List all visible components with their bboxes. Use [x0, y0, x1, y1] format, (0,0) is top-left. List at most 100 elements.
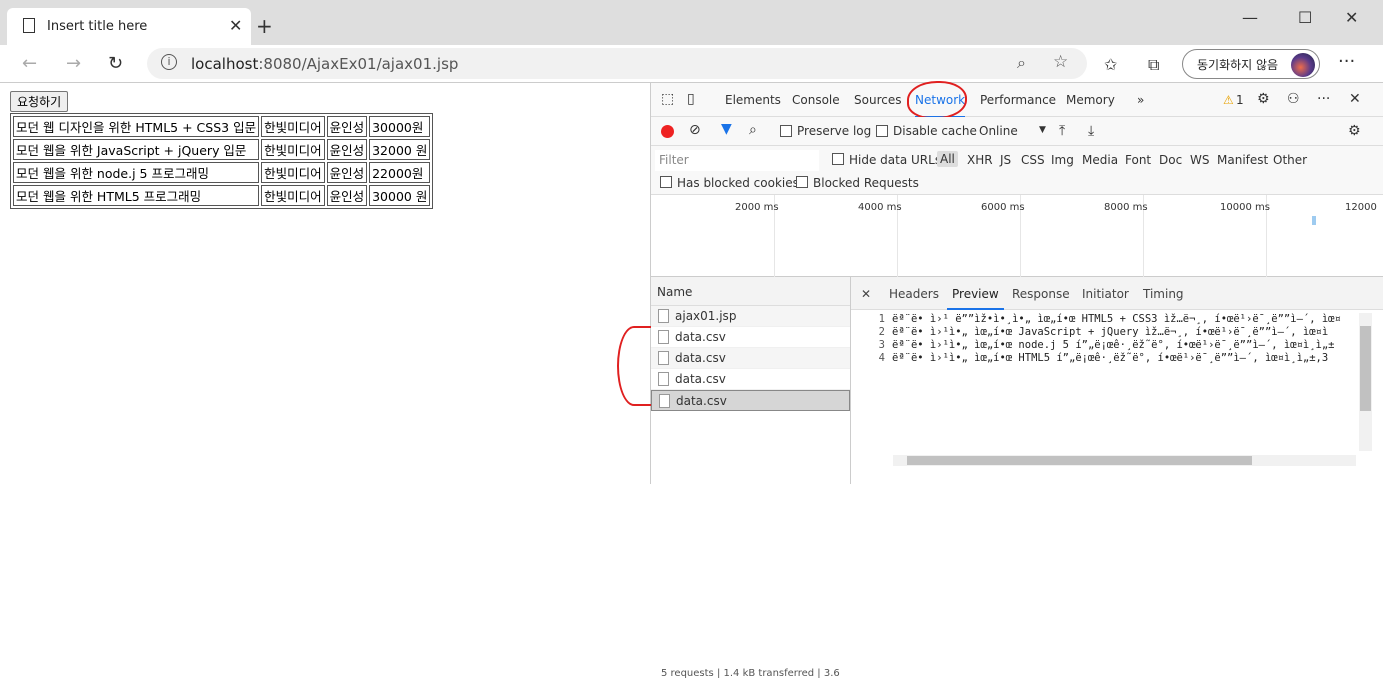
document-icon	[23, 18, 35, 33]
minimize-icon[interactable]: —	[1242, 8, 1258, 27]
sync-button[interactable]: 동기화하지 않음	[1182, 49, 1320, 79]
zoom-icon[interactable]: ⌕	[1017, 53, 1026, 73]
tab-headers[interactable]: Headers	[889, 287, 939, 301]
settings-icon[interactable]: ⚙	[1257, 91, 1270, 107]
filter-type-xhr[interactable]: XHR	[967, 153, 993, 167]
tab-response[interactable]: Response	[1012, 287, 1070, 301]
file-icon	[658, 309, 669, 323]
warning-icon[interactable]: ⚠	[1223, 93, 1234, 107]
network-settings-icon[interactable]: ⚙	[1348, 123, 1361, 139]
request-row[interactable]: data.csv	[651, 327, 850, 348]
new-tab-icon[interactable]: +	[256, 14, 273, 38]
menu-icon[interactable]: ···	[1338, 51, 1355, 72]
clear-icon[interactable]: ⊘	[689, 122, 701, 138]
star-icon[interactable]: ☆	[1053, 52, 1068, 72]
browser-tab[interactable]: Insert title here ✕	[7, 8, 251, 45]
file-icon	[658, 372, 669, 386]
filter-type-css[interactable]: CSS	[1021, 153, 1045, 167]
request-row[interactable]: ajax01.jsp	[651, 306, 850, 327]
request-button[interactable]: 요청하기	[10, 91, 69, 112]
table-row: 모던 웹을 위한 node.j 5 프로그래밍 한빛미디어 윤인성 22000원	[13, 162, 431, 183]
vertical-scrollbar[interactable]	[1359, 313, 1372, 451]
table-row: 모던 웹을 위한 HTML5 프로그래밍 한빛미디어 윤인성 30000 원	[13, 185, 431, 206]
tab-strip: Insert title here ✕ + — ☐ ✕	[0, 0, 1383, 45]
close-icon[interactable]: ✕	[229, 16, 242, 35]
horizontal-scrollbar[interactable]	[893, 455, 1356, 466]
forward-icon[interactable]: →	[66, 53, 81, 74]
price-cell: 32000 원	[369, 139, 431, 160]
address-toolbar: ← → ↻ i localhost:8080/AjaxEx01/ajax01.j…	[0, 45, 1383, 83]
blocked-requests-label: Blocked Requests	[813, 176, 919, 190]
code-line: 3 ëª¨ë• ì›¹ì•„ ìœ„í•œ node.j 5 í”„ë¡œê·¸ë…	[851, 339, 1356, 352]
filter-type-img[interactable]: Img	[1051, 153, 1074, 167]
tab-console[interactable]: Console	[792, 93, 840, 107]
device-toolbar-icon[interactable]: ▯	[687, 91, 695, 107]
line-number: 4	[878, 352, 885, 364]
filter-type-all[interactable]: All	[937, 151, 958, 167]
filter-input[interactable]: Filter	[655, 150, 819, 171]
hide-data-urls-checkbox[interactable]	[832, 153, 844, 165]
tab-timing[interactable]: Timing	[1143, 287, 1184, 301]
import-icon[interactable]: ⤒	[1059, 123, 1065, 139]
request-name: data.csv	[676, 394, 727, 408]
inspect-icon[interactable]: ⬚	[661, 91, 674, 107]
maximize-icon[interactable]: ☐	[1298, 8, 1312, 27]
warning-count[interactable]: 1	[1236, 93, 1244, 107]
close-detail-icon[interactable]: ✕	[861, 287, 871, 301]
preview-content[interactable]: 1 ëª¨ë• ì›¹ ë””ìž•ì•¸ì•„ ìœ„í•œ HTML5 + C…	[851, 313, 1356, 463]
search-icon[interactable]: ⌕	[749, 122, 757, 138]
request-row[interactable]: data.csv	[651, 369, 850, 390]
more-tabs-icon[interactable]: »	[1137, 93, 1144, 107]
throttle-select[interactable]: Online	[979, 124, 1018, 138]
filter-type-doc[interactable]: Doc	[1159, 153, 1182, 167]
tab-preview[interactable]: Preview	[947, 287, 1004, 310]
close-devtools-icon[interactable]: ✕	[1349, 91, 1361, 107]
blocked-requests-checkbox[interactable]	[796, 176, 808, 188]
network-overview[interactable]: 2000 ms 4000 ms 6000 ms 8000 ms 10000 ms…	[651, 195, 1383, 277]
filter-type-other[interactable]: Other	[1273, 153, 1307, 167]
more-options-icon[interactable]: ···	[1317, 91, 1330, 107]
feedback-icon[interactable]: ⚇	[1287, 91, 1300, 107]
line-number: 1	[878, 313, 885, 325]
record-icon[interactable]	[661, 125, 674, 138]
tab-sources[interactable]: Sources	[854, 93, 901, 107]
info-icon[interactable]: i	[161, 54, 177, 70]
request-row[interactable]: data.csv	[651, 390, 850, 411]
name-column-header[interactable]: Name	[651, 277, 850, 306]
timeline-label: 2000 ms	[735, 202, 779, 213]
filter-type-js[interactable]: JS	[1000, 153, 1011, 167]
tab-memory[interactable]: Memory	[1066, 93, 1115, 107]
timeline-label: 12000	[1345, 202, 1377, 213]
collections-icon[interactable]: ⧉	[1148, 55, 1159, 75]
timeline-label: 8000 ms	[1104, 202, 1148, 213]
disable-cache-label: Disable cache	[893, 124, 977, 138]
price-cell: 30000 원	[369, 185, 431, 206]
export-icon[interactable]: ⤓	[1088, 123, 1094, 139]
blocked-cookies-checkbox[interactable]	[660, 176, 672, 188]
request-row[interactable]: data.csv	[651, 348, 850, 369]
disable-cache-checkbox[interactable]	[876, 125, 888, 137]
filter-type-manifest[interactable]: Manifest	[1217, 153, 1268, 167]
tab-performance[interactable]: Performance	[980, 93, 1056, 107]
back-icon[interactable]: ←	[22, 53, 37, 74]
filter-type-ws[interactable]: WS	[1190, 153, 1209, 167]
request-name: ajax01.jsp	[675, 309, 737, 323]
preserve-log-checkbox[interactable]	[780, 125, 792, 137]
url-text[interactable]: localhost:8080/AjaxEx01/ajax01.jsp	[191, 55, 458, 73]
annotation-circle	[907, 81, 967, 119]
table-row: 모던 웹 디자인을 위한 HTML5 + CSS3 입문 한빛미디어 윤인성 3000…	[13, 116, 431, 137]
filter-type-media[interactable]: Media	[1082, 153, 1118, 167]
request-detail: ✕ Headers Preview Response Initiator Tim…	[851, 277, 1383, 484]
filter-type-font[interactable]: Font	[1125, 153, 1151, 167]
chevron-down-icon[interactable]: ▼	[1039, 125, 1046, 135]
request-name: data.csv	[675, 372, 726, 386]
filter-icon[interactable]: ▼	[721, 121, 732, 137]
reload-icon[interactable]: ↻	[108, 53, 123, 74]
blocked-cookies-label: Has blocked cookies	[677, 176, 799, 190]
tab-elements[interactable]: Elements	[725, 93, 781, 107]
favorites-icon[interactable]: ✩	[1104, 55, 1117, 74]
hide-data-urls-label: Hide data URLs	[849, 153, 942, 167]
tab-initiator[interactable]: Initiator	[1082, 287, 1129, 301]
address-bar[interactable]: i localhost:8080/AjaxEx01/ajax01.jsp ⌕ ☆	[147, 48, 1087, 79]
window-close-icon[interactable]: ✕	[1345, 8, 1358, 27]
